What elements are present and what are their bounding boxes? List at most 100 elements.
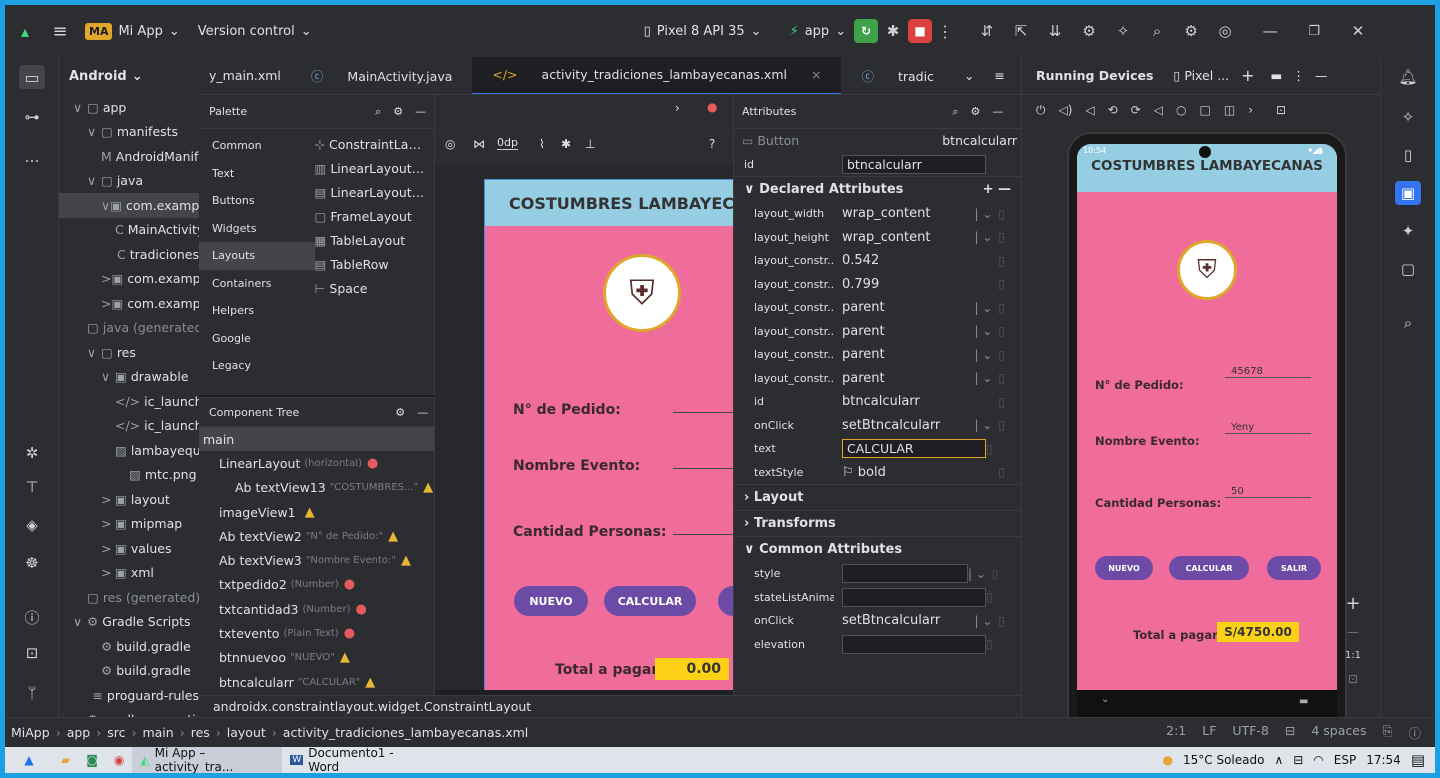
tree-arrow-icon[interactable]: > [101, 516, 115, 531]
project-tool-icon[interactable]: ▭ [19, 65, 45, 89]
project-tree-row[interactable]: ▢ res (generated) [59, 585, 199, 610]
running-devices-icon[interactable]: ▣ [1395, 181, 1421, 205]
debug-icon[interactable]: ✱ [878, 22, 908, 40]
warning-icon[interactable]: ▲ [305, 505, 315, 520]
palette-category-legacy[interactable]: Legacy [199, 352, 315, 380]
more-tools-icon[interactable]: … [19, 145, 45, 169]
search-icon[interactable]: ⌕ [1140, 22, 1174, 40]
window-options-icon[interactable]: ▬ [1271, 68, 1283, 83]
gear-icon[interactable]: ⚙ [393, 105, 403, 118]
rotate-right-icon[interactable]: ⟳ [1131, 103, 1141, 117]
palette-category-widgets[interactable]: Widgets [199, 215, 315, 243]
layout-section[interactable]: › Layout [734, 484, 1021, 510]
ai-sparkle-icon[interactable]: ✦ [1395, 219, 1421, 243]
dropdown-chevron-icon[interactable]: | ⌄ [974, 371, 992, 385]
tab-activity-xml[interactable]: </> activity_tradiciones_lambayecanas.xm… [472, 57, 842, 94]
help-icon[interactable]: ? [709, 137, 715, 151]
transforms-section[interactable]: › Transforms [734, 510, 1021, 536]
component-tree-row[interactable]: btncalcularr "CALCULAR" ▲ [199, 670, 434, 694]
input-evento[interactable] [673, 468, 733, 469]
attribute-value[interactable] [842, 587, 986, 607]
attribute-value[interactable]: parent [834, 324, 974, 339]
tree-arrow-icon[interactable]: ∨ [73, 100, 87, 115]
tree-arrow-icon[interactable]: ∨ [101, 198, 110, 213]
screenshot-icon[interactable]: ◫ [1224, 103, 1235, 117]
component-tree-row[interactable]: Ab textView3 "Nombre Evento:" ▲ [199, 548, 434, 572]
default-margin-dropdown[interactable]: 0dp [497, 136, 518, 150]
attribute-pick-icon[interactable]: ▯ [998, 254, 1005, 268]
minimize-panel-icon[interactable]: — [1315, 68, 1328, 83]
palette-category-helpers[interactable]: Helpers [199, 297, 315, 325]
remove-icon[interactable]: — [998, 182, 1011, 197]
device-tab[interactable]: Pixel ... [1184, 68, 1229, 83]
attribute-pick-icon[interactable]: ▯ [998, 348, 1005, 362]
attribute-value[interactable]: CALCULAR [842, 439, 986, 459]
cursor-position[interactable]: 2:1 [1166, 723, 1186, 742]
project-tree-row[interactable]: ⚙ build.gradle [59, 659, 199, 684]
settings-gear-icon[interactable]: ⚙ [1174, 22, 1208, 40]
warning-icon[interactable]: ▲ [340, 650, 350, 665]
dropdown-chevron-icon[interactable]: | ⌄ [974, 348, 992, 362]
input-pedido[interactable]: 45678 [1225, 366, 1311, 378]
project-tree-row[interactable]: ∨ ▢ java [59, 169, 199, 194]
attribute-pick-icon[interactable]: ▯ [998, 301, 1005, 315]
taskbar-android-studio[interactable]: ◭ Mi App – activity_tra... [132, 746, 283, 774]
declared-attributes-header[interactable]: ∨ Declared Attributes + — [734, 176, 1021, 202]
guidelines-icon[interactable]: ⊥ [585, 137, 595, 151]
attribute-value[interactable]: parent [834, 371, 974, 386]
warning-icon[interactable]: ▲ [401, 553, 411, 568]
error-indicator-icon[interactable]: ● [707, 100, 717, 114]
language-indicator[interactable]: ESP [1334, 753, 1356, 767]
palette-item[interactable]: ▢ FrameLayout [315, 204, 434, 228]
build-variants-icon[interactable]: ✲ [19, 441, 45, 465]
button-salir[interactable]: SALIR [1267, 556, 1321, 580]
device-selector[interactable]: ▯ Pixel 8 API 35 ⌄ [644, 24, 762, 39]
palette-category-buttons[interactable]: Buttons [199, 187, 315, 215]
palette-category-layouts[interactable]: Layouts [199, 242, 315, 270]
project-tree-row[interactable]: ≡ proguard-rules [59, 683, 199, 708]
volume-up-icon[interactable]: ◁) [1059, 103, 1073, 117]
apply-changes-icon[interactable]: ↻ [854, 19, 879, 43]
wifi-icon[interactable]: ◠ [1313, 753, 1323, 767]
profiler-icon[interactable]: ⇱ [1004, 22, 1038, 40]
volume-down-icon[interactable]: ◁ [1085, 103, 1094, 117]
project-tree-row[interactable]: > ▣ layout [59, 487, 199, 512]
palette-category-google[interactable]: Google [199, 325, 315, 353]
run-config-selector[interactable]: ⚡ app ⌄ [790, 24, 847, 39]
breadcrumb-item[interactable]: app [67, 725, 91, 740]
power-icon[interactable]: ⏻ [1036, 103, 1046, 118]
warning-icon[interactable]: ▲ [423, 480, 433, 495]
button-nuevo[interactable]: NUEVO [1095, 556, 1153, 580]
share-icon[interactable]: ⎘ [1382, 723, 1392, 742]
project-tree-row[interactable]: >▣com.example [59, 291, 199, 316]
account-icon[interactable]: ◎ [1208, 22, 1242, 40]
tree-arrow-icon[interactable]: > [101, 296, 111, 311]
palette-item[interactable]: ▥LinearLayout (horizontal) [315, 156, 434, 180]
project-tree-row[interactable]: ∨ ⚙ Gradle Scripts [59, 610, 199, 635]
zoom-fit-icon[interactable]: ⊡ [1338, 669, 1368, 689]
project-tree-row[interactable]: C MainActivity [59, 218, 199, 243]
warning-icon[interactable]: ▲ [365, 675, 375, 690]
dropdown-chevron-icon[interactable]: | ⌄ [968, 567, 986, 581]
whatsapp-icon[interactable]: ◙ [78, 747, 106, 773]
attribute-value[interactable]: parent [834, 300, 974, 315]
button-calcular[interactable]: CALCULAR [1169, 556, 1249, 580]
breadcrumb-item[interactable]: MiApp [11, 725, 50, 740]
sync-gradle-icon[interactable]: ⇵ [970, 22, 1004, 40]
zoom-out-icon[interactable]: — [1338, 623, 1368, 641]
tree-arrow-icon[interactable]: ∨ [73, 614, 87, 629]
project-tree-row[interactable]: </>ic_launcher [59, 389, 199, 414]
stop-icon[interactable]: ■ [908, 19, 933, 43]
taskbar-word[interactable]: W Documento1 - Word [282, 746, 432, 774]
run-tool-icon[interactable]: ⊤ [19, 475, 45, 499]
attribute-pick-icon[interactable]: ▯ [998, 371, 1005, 385]
dropdown-chevron-icon[interactable]: | ⌄ [974, 418, 992, 432]
device-manager-icon[interactable]: ⚙ [1072, 22, 1106, 40]
chevron-up-icon[interactable]: ∧ [1274, 753, 1283, 767]
maximize-icon[interactable]: ❐ [1292, 24, 1336, 39]
common-attributes-section[interactable]: ∨ Common Attributes [734, 536, 1021, 562]
overview-icon[interactable]: □ [1200, 103, 1211, 117]
tree-arrow-icon[interactable]: ∨ [87, 345, 101, 360]
add-icon[interactable]: + [983, 182, 994, 197]
indent-setting[interactable]: 4 spaces [1311, 723, 1366, 742]
